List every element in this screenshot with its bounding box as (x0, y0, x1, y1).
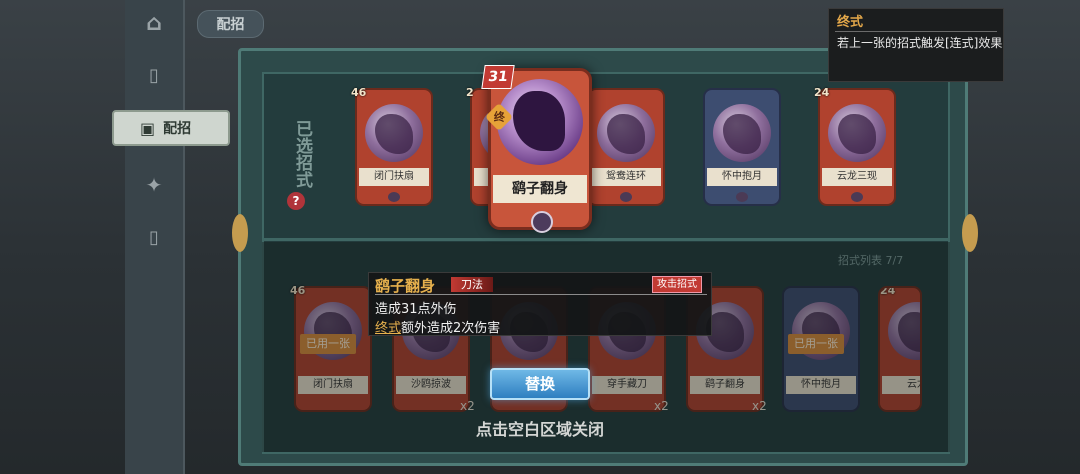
card-name: 鹞子翻身 (493, 175, 587, 203)
selected-card[interactable]: 24 云龙三现 (814, 86, 896, 206)
home-icon[interactable]: ⌂ (139, 8, 169, 38)
card-cost: 2 (466, 86, 474, 99)
keyword-link[interactable]: 终式 (375, 321, 401, 336)
gear-icon[interactable]: ✦ (139, 170, 169, 200)
card-cost: 31 (481, 65, 515, 89)
nav-item-peizhao[interactable]: ▣ 配招 (112, 110, 230, 146)
popup-type-badge: 刀法 (451, 277, 493, 292)
selected-card[interactable]: 鸳鸯连环 (587, 88, 665, 206)
left-nav: ⌂ ▯ ✦ ▯ (125, 0, 185, 474)
tooltip-description: 若上一张的招式触发[连式]效果 (837, 36, 1003, 50)
card-deck-icon: ▣ (140, 118, 156, 138)
selected-card[interactable]: 怀中抱月 (703, 88, 781, 206)
card-name: 鸳鸯连环 (591, 168, 661, 186)
keyword-tooltip: 终式 若上一张的招式触发[连式]效果 (828, 8, 1004, 82)
card-weapon-icon (388, 192, 400, 202)
card-cost: 46 (351, 86, 367, 99)
section-divider (262, 238, 950, 241)
popup-category-tag: 攻击招式 (652, 276, 702, 293)
card-name: 闭门扶扇 (359, 168, 429, 186)
cards-icon[interactable]: ▯ (139, 60, 169, 90)
card-name: 云龙三现 (822, 168, 892, 186)
card-cost: 24 (814, 86, 830, 99)
popup-divider (375, 294, 707, 295)
close-hint[interactable]: 点击空白区域关闭 (463, 416, 617, 440)
selected-card[interactable]: 46 闭门扶扇 (351, 86, 433, 206)
replace-button[interactable]: 替换 (490, 368, 590, 400)
nav-item-label: 配招 (163, 121, 192, 137)
badge-text: 终 (493, 110, 505, 123)
right-handle (962, 214, 978, 252)
card-weapon-icon (531, 211, 553, 233)
highlight-card[interactable]: 31 终 鹞子翻身 (481, 65, 592, 233)
effect-text: 额外造成2次伤害 (401, 321, 501, 336)
page-title: 配招 (197, 10, 264, 38)
popup-effect-line: 造成31点外伤 (375, 302, 457, 317)
card-weapon-icon (851, 192, 863, 202)
card-weapon-icon (620, 192, 632, 202)
popup-card-name: 鹞子翻身 (375, 277, 436, 295)
card-detail-popup: 鹞子翻身 刀法 攻击招式 造成31点外伤 终式额外造成2次伤害 (368, 272, 712, 336)
left-handle (232, 214, 248, 252)
tooltip-title: 终式 (837, 15, 864, 30)
help-icon[interactable]: ? (287, 192, 305, 210)
phone-icon[interactable]: ▯ (139, 222, 169, 252)
card-weapon-icon (736, 192, 748, 202)
popup-effect-line-2: 终式额外造成2次伤害 (375, 317, 500, 336)
card-name: 怀中抱月 (707, 168, 777, 186)
tooltip-divider (835, 31, 997, 32)
